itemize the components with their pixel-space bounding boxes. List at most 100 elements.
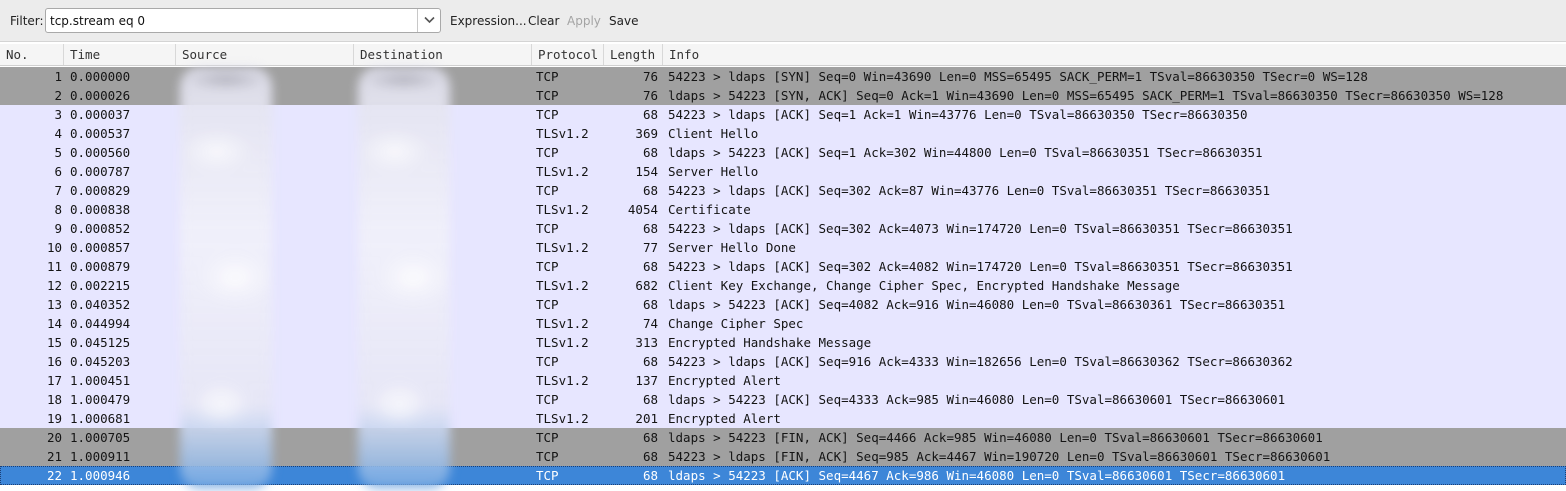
apply-button: Apply [567,14,601,28]
packet-protocol: TCP [536,88,559,103]
column-header-protocol[interactable]: Protocol [532,44,604,65]
packet-time: 1.000911 [70,449,131,464]
packet-protocol: TCP [536,69,559,84]
packet-protocol: TLSv1.2 [536,316,589,331]
packet-number: 18 [46,392,62,407]
packet-number: 14 [46,316,62,331]
packet-protocol: TCP [536,259,559,274]
packet-time: 1.000479 [70,392,131,407]
packet-number: 10 [46,240,62,255]
packet-info: ldaps > 54223 [FIN, ACK] Seq=4466 Ack=98… [668,430,1323,445]
filter-combobox[interactable] [45,8,441,33]
packet-length: 77 [642,240,658,255]
packet-number: 13 [46,297,62,312]
packet-length: 68 [642,183,658,198]
packet-length: 68 [642,145,658,160]
packet-number: 16 [46,354,62,369]
packet-number: 9 [54,221,62,236]
packet-number: 19 [46,411,62,426]
packet-time: 0.045203 [70,354,131,369]
packet-info: Encrypted Handshake Message [668,335,872,350]
packet-info: ldaps > 54223 [SYN, ACK] Seq=0 Ack=1 Win… [668,88,1504,103]
packet-time: 0.044994 [70,316,131,331]
packet-info: Server Hello Done [668,240,796,255]
packet-time: 0.002215 [70,278,131,293]
column-header-info[interactable]: Info [663,44,1566,65]
packet-protocol: TLSv1.2 [536,411,589,426]
packet-time: 0.000787 [70,164,131,179]
display-filter-toolbar: Filter: Expression... Clear Apply Save [0,0,1566,42]
packet-protocol: TCP [536,221,559,236]
packet-length: 137 [635,373,658,388]
packet-time: 0.000852 [70,221,131,236]
expression-button[interactable]: Expression... [450,14,527,28]
packet-info: 54223 > ldaps [SYN] Seq=0 Win=43690 Len=… [668,69,1368,84]
packet-protocol: TCP [536,392,559,407]
packet-number: 4 [54,126,62,141]
packet-time: 1.000451 [70,373,131,388]
packet-time: 0.000838 [70,202,131,217]
packet-number: 17 [46,373,62,388]
save-filter-button[interactable]: Save [609,14,638,28]
chevron-down-icon [424,16,435,24]
packet-number: 7 [54,183,62,198]
clear-button[interactable]: Clear [528,14,559,28]
packet-time: 0.045125 [70,335,131,350]
packet-info: ldaps > 54223 [ACK] Seq=4467 Ack=986 Win… [668,468,1286,483]
packet-list-header: No. Time Source Destination Protocol Len… [0,44,1566,66]
packet-protocol: TCP [536,354,559,369]
packet-protocol: TLSv1.2 [536,278,589,293]
filter-input[interactable] [46,9,414,32]
packet-number: 21 [46,449,62,464]
packet-time: 1.000705 [70,430,131,445]
packet-protocol: TLSv1.2 [536,164,589,179]
packet-number: 6 [54,164,62,179]
packet-protocol: TCP [536,297,559,312]
packet-number: 15 [46,335,62,350]
packet-protocol: TCP [536,468,559,483]
packet-info: Client Key Exchange, Change Cipher Spec,… [668,278,1180,293]
packet-info: Client Hello [668,126,759,141]
column-header-no[interactable]: No. [0,44,64,65]
packet-protocol: TLSv1.2 [536,202,589,217]
packet-length: 201 [635,411,658,426]
packet-info: Encrypted Alert [668,373,781,388]
packet-length: 76 [642,88,658,103]
column-header-length[interactable]: Length [604,44,663,65]
packet-length: 68 [642,107,658,122]
packet-length: 76 [642,69,658,84]
packet-number: 12 [46,278,62,293]
packet-time: 1.000681 [70,411,131,426]
packet-protocol: TLSv1.2 [536,335,589,350]
packet-length: 68 [642,297,658,312]
packet-length: 682 [635,278,658,293]
packet-length: 4054 [627,202,658,217]
packet-info: 54223 > ldaps [FIN, ACK] Seq=985 Ack=446… [668,449,1331,464]
packet-info: ldaps > 54223 [ACK] Seq=4333 Ack=985 Win… [668,392,1286,407]
column-header-source[interactable]: Source [176,44,354,65]
packet-info: 54223 > ldaps [ACK] Seq=302 Ack=4082 Win… [668,259,1293,274]
packet-protocol: TCP [536,430,559,445]
packet-length: 313 [635,335,658,350]
packet-length: 68 [642,468,658,483]
packet-info: Change Cipher Spec [668,316,804,331]
filter-dropdown-button[interactable] [417,9,440,32]
packet-protocol: TLSv1.2 [536,126,589,141]
packet-info: ldaps > 54223 [ACK] Seq=4082 Ack=916 Win… [668,297,1286,312]
packet-time: 1.000946 [70,468,131,483]
column-header-destination[interactable]: Destination [354,44,532,65]
packet-number: 3 [54,107,62,122]
packet-time: 0.000037 [70,107,131,122]
packet-number: 2 [54,88,62,103]
packet-time: 0.000026 [70,88,131,103]
packet-time: 0.000857 [70,240,131,255]
column-header-time[interactable]: Time [64,44,176,65]
packet-number: 11 [46,259,62,274]
packet-length: 369 [635,126,658,141]
packet-length: 68 [642,392,658,407]
packet-time: 0.000000 [70,69,131,84]
packet-protocol: TCP [536,449,559,464]
packet-time: 0.000829 [70,183,131,198]
destination-address-redaction [358,67,450,489]
packet-time: 0.000560 [70,145,131,160]
